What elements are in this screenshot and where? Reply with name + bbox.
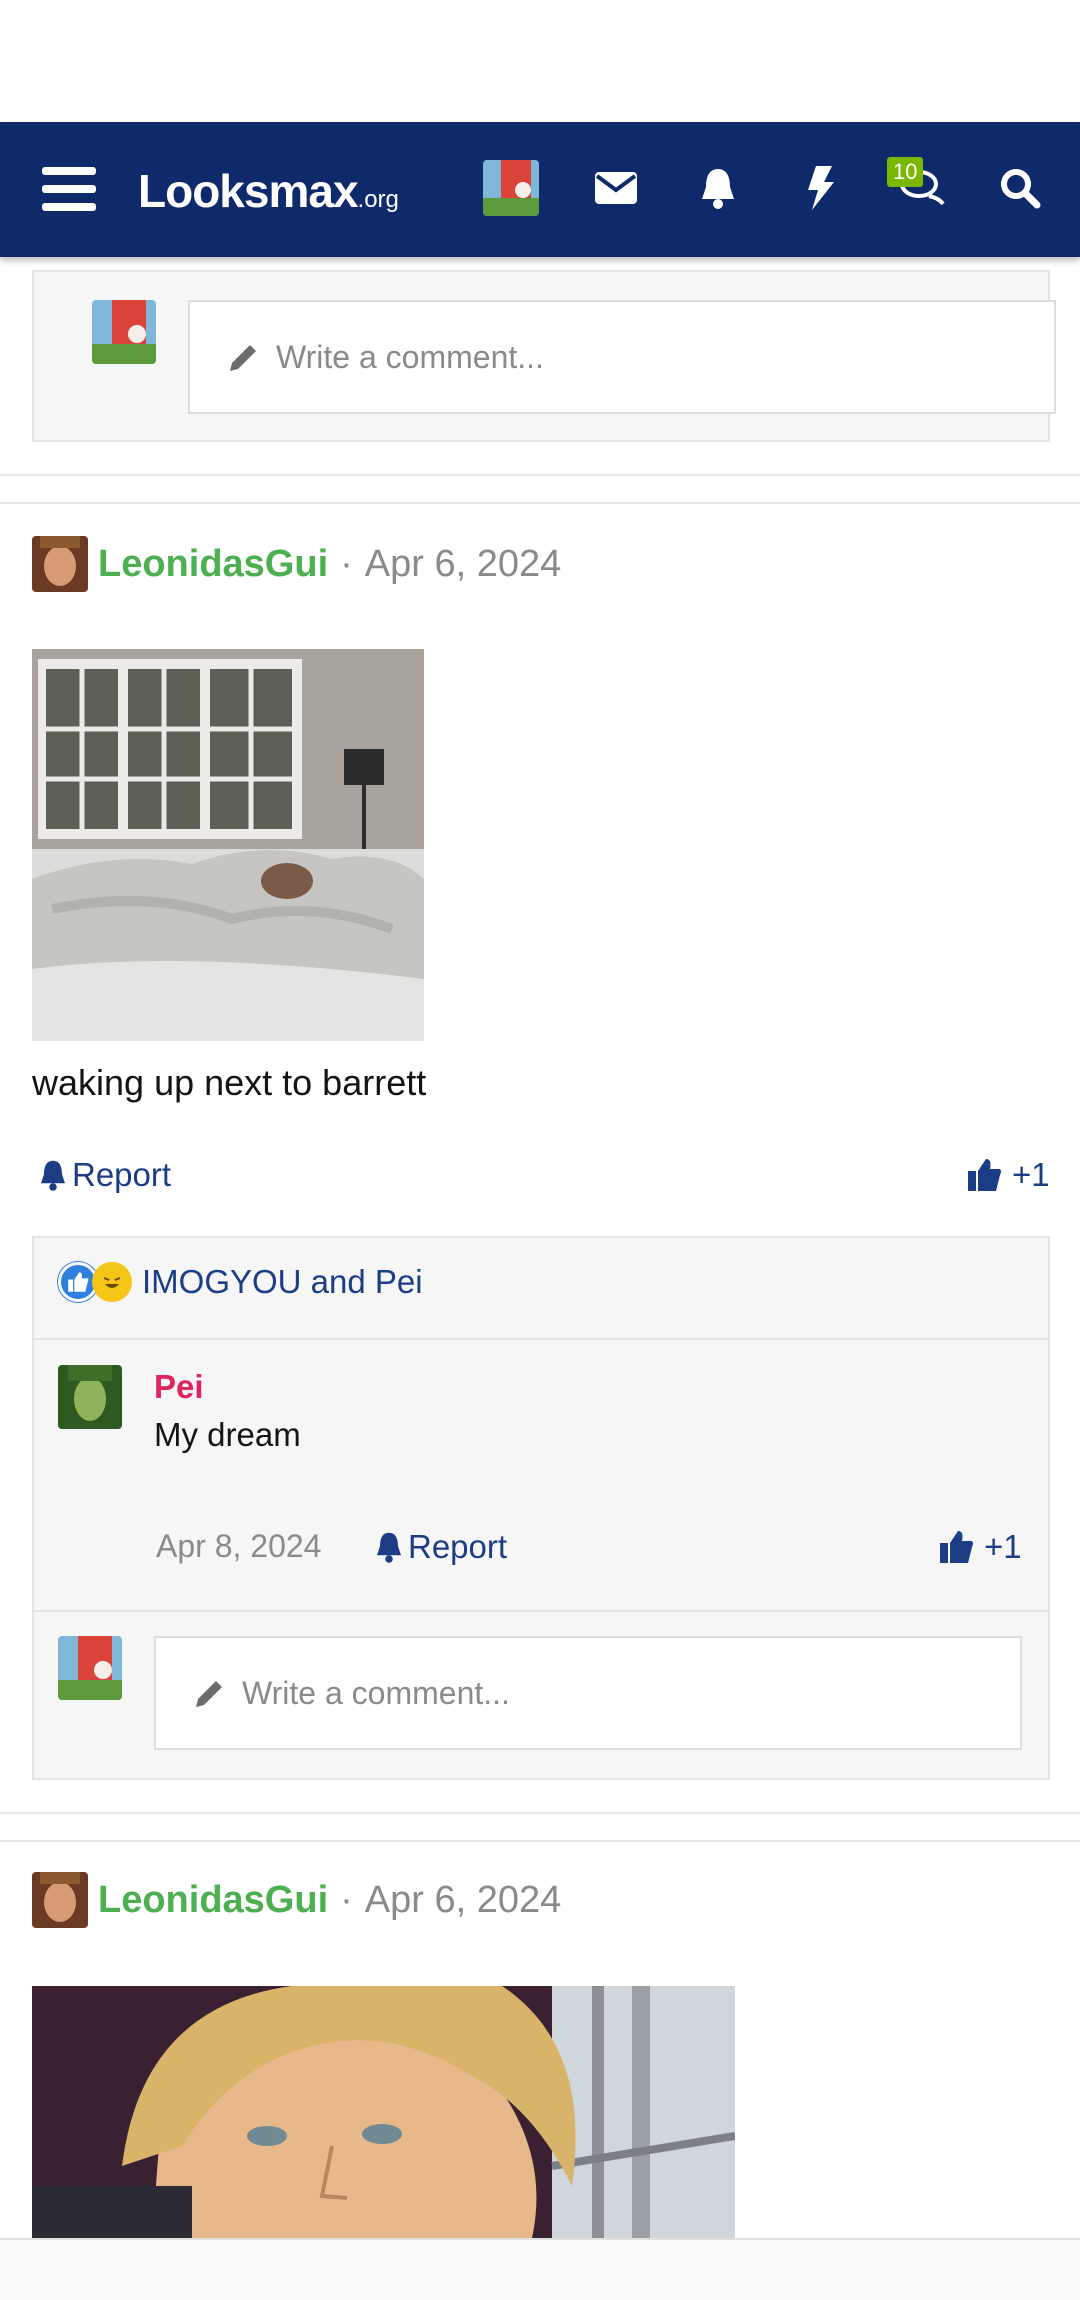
post-caption: waking up next to barrett (32, 1062, 427, 1103)
reactions-summary[interactable]: IMOGYOU and Pei (58, 1262, 423, 1302)
report-button[interactable]: Report (38, 1156, 171, 1194)
avatar[interactable] (58, 1365, 122, 1429)
post-date[interactable]: Apr 6, 2024 (365, 543, 561, 586)
user-avatar[interactable] (483, 160, 539, 216)
divider (0, 1812, 1080, 1814)
search-icon[interactable] (994, 162, 1046, 214)
avatar (92, 300, 156, 364)
bell-icon (377, 1532, 401, 1563)
thumbs-up-icon (968, 1159, 1001, 1191)
pencil-icon (196, 1681, 222, 1707)
divider (0, 474, 1080, 476)
divider (34, 1338, 1048, 1340)
envelope-icon[interactable] (590, 162, 642, 214)
comment-section: Write a comment... (32, 270, 1056, 442)
comment-input[interactable]: Write a comment... (154, 1636, 1022, 1750)
avatar[interactable] (32, 536, 88, 592)
reply-username[interactable]: Pei (154, 1368, 204, 1406)
bolt-icon[interactable] (794, 162, 846, 214)
divider (0, 502, 1080, 504)
post-image[interactable] (32, 1986, 735, 2238)
bell-icon[interactable] (692, 162, 744, 214)
reply-date[interactable]: Apr 8, 2024 (156, 1528, 321, 1565)
comment-composer: Write a comment... (92, 300, 1056, 414)
top-navbar: Looksmax.org 10 (0, 122, 1080, 257)
divider (0, 1840, 1080, 1842)
bell-icon (41, 1160, 65, 1191)
username[interactable]: LeonidasGui (98, 543, 328, 586)
divider (34, 1610, 1048, 1612)
status-bar (0, 0, 1080, 122)
username[interactable]: LeonidasGui (98, 1879, 328, 1922)
laugh-reaction-icon (92, 1262, 132, 1302)
menu-icon[interactable] (42, 167, 96, 211)
conversations-badge: 10 (887, 157, 924, 187)
avatar[interactable] (32, 1872, 88, 1928)
comment-input[interactable]: Write a comment... (188, 300, 1056, 414)
reply-report-button[interactable]: Report (374, 1528, 507, 1566)
site-logo[interactable]: Looksmax.org (138, 164, 399, 218)
post-header: LeonidasGui · Apr 6, 2024 (32, 536, 561, 592)
post-header: LeonidasGui · Apr 6, 2024 (32, 1872, 561, 1928)
comment-composer: Write a comment... (58, 1636, 1022, 1750)
avatar (58, 1636, 122, 1700)
reply-like-button[interactable]: +1 (938, 1528, 1022, 1566)
reply-text: My dream (154, 1416, 301, 1453)
post-image[interactable] (32, 649, 424, 1041)
pencil-icon (230, 345, 256, 371)
thumbs-up-icon (940, 1531, 973, 1563)
post-date[interactable]: Apr 6, 2024 (365, 1879, 561, 1922)
like-button[interactable]: +1 (966, 1156, 1050, 1194)
bottom-bar (0, 2238, 1080, 2300)
